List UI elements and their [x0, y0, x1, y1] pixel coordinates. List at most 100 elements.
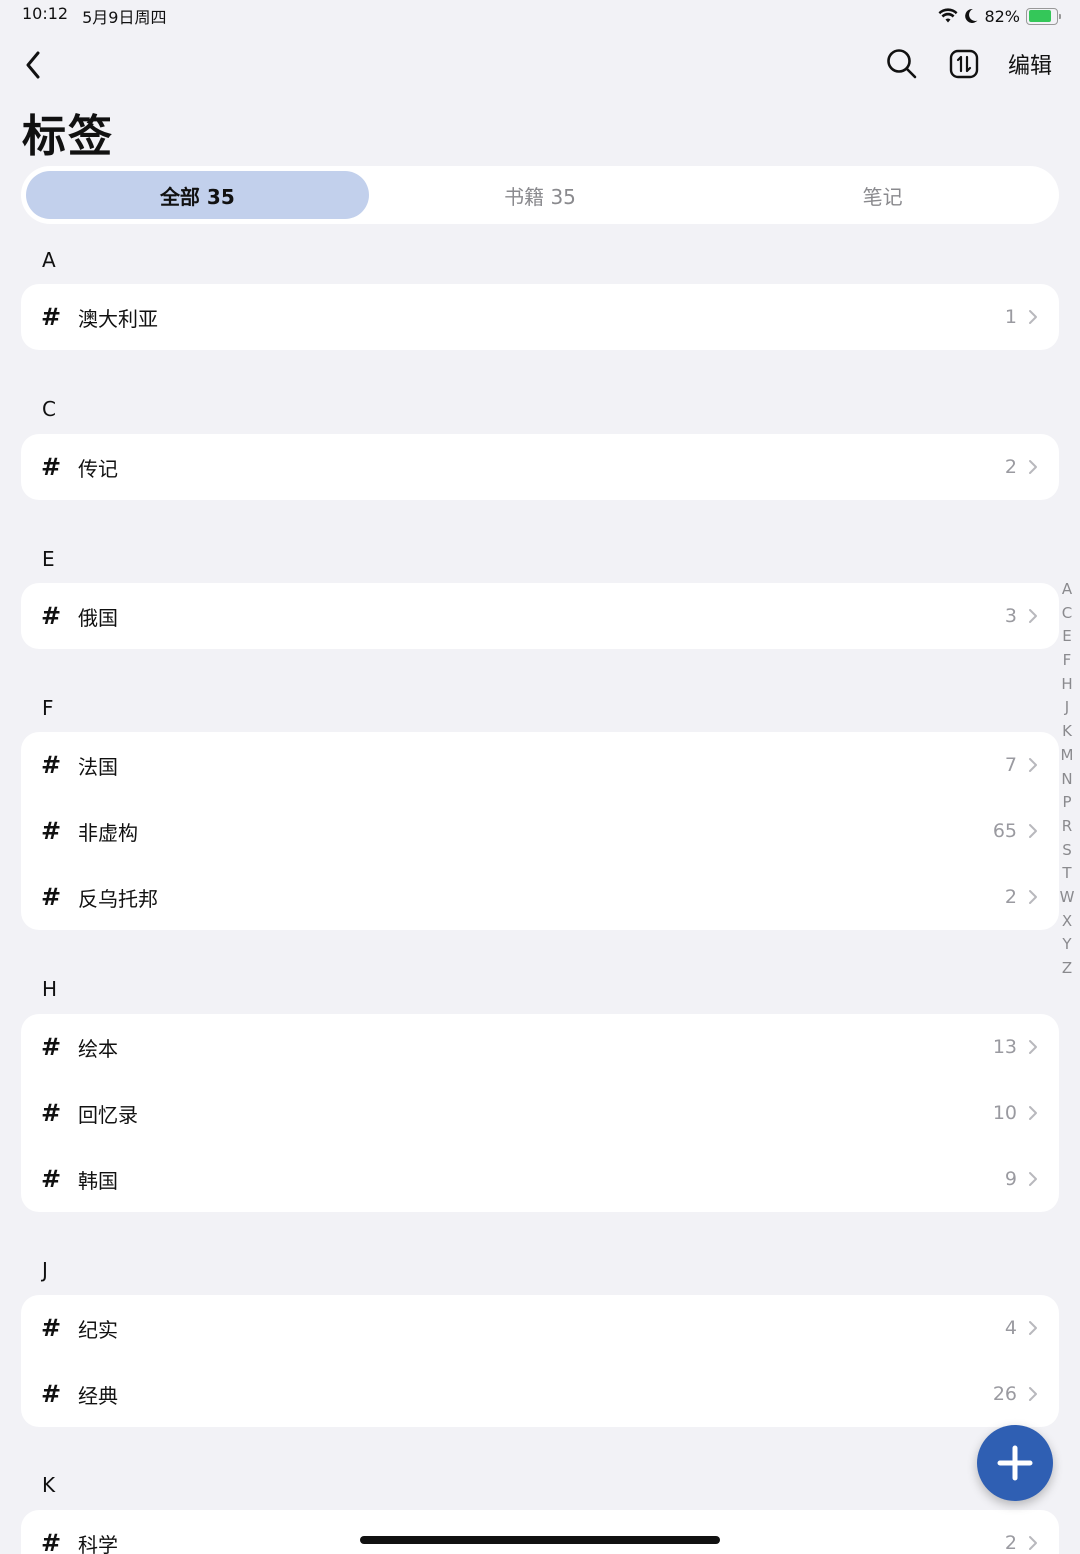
tag-row[interactable]: # 绘本 13 [21, 1014, 1059, 1080]
tab-books[interactable]: 书籍 35 [369, 171, 712, 219]
alphabet-index[interactable]: ACEFHJKMNPRSTWXYZ [1058, 578, 1076, 981]
tag-name: 绘本 [78, 1036, 118, 1061]
chevron-right-icon [1029, 1172, 1037, 1186]
chevron-right-icon [1029, 460, 1037, 474]
tag-count: 4 [1004, 1317, 1017, 1339]
tag-row[interactable]: # 科学 2 [21, 1510, 1059, 1554]
index-letter[interactable]: K [1062, 720, 1072, 744]
index-letter[interactable]: M [1061, 744, 1074, 768]
chevron-right-icon [1029, 310, 1037, 324]
sort-button[interactable] [946, 46, 982, 82]
tag-row[interactable]: # 传记 2 [21, 434, 1059, 500]
status-date: 5月9日周四 [82, 8, 167, 27]
tag-name: 回忆录 [78, 1102, 138, 1127]
tag-count: 13 [992, 1036, 1017, 1058]
tag-group-card: # 科学 2 [21, 1510, 1059, 1554]
battery-icon [1026, 7, 1061, 25]
tag-count: 1 [1004, 306, 1017, 328]
index-letter[interactable]: Z [1062, 957, 1072, 981]
search-icon [887, 49, 917, 79]
hash-icon: # [41, 1380, 62, 1408]
tag-row[interactable]: # 韩国 9 [21, 1146, 1059, 1212]
index-letter[interactable]: S [1062, 839, 1072, 863]
tag-count: 3 [1004, 605, 1017, 627]
chevron-right-icon [1029, 758, 1037, 772]
index-letter[interactable]: X [1062, 910, 1072, 934]
index-letter[interactable]: E [1062, 625, 1071, 649]
tag-group-card: # 俄国 3 [21, 583, 1059, 649]
tab-notes[interactable]: 笔记 [711, 171, 1054, 219]
index-letter[interactable]: J [1065, 696, 1069, 720]
tag-count: 2 [1004, 886, 1017, 908]
chevron-right-icon [1029, 1321, 1037, 1335]
tag-name: 法国 [78, 754, 118, 779]
tag-count: 26 [992, 1383, 1017, 1405]
tag-row[interactable]: # 反乌托邦 2 [21, 864, 1059, 930]
tag-group-card: # 绘本 13 # 回忆录 10 # 韩国 9 [21, 1014, 1059, 1212]
tag-count: 2 [1004, 1532, 1017, 1554]
tab-bar: 全部 35 书籍 35 笔记 [21, 166, 1059, 224]
index-letter[interactable]: R [1062, 815, 1072, 839]
battery-percent: 82% [984, 6, 1020, 26]
section-header: K [42, 1473, 56, 1497]
nav-bar: 编辑 [0, 40, 1080, 90]
tag-count: 65 [992, 820, 1017, 842]
hash-icon: # [41, 817, 62, 845]
status-bar: 10:12 5月9日周四 82% [0, 0, 1080, 32]
index-letter[interactable]: A [1062, 578, 1072, 602]
tag-row[interactable]: # 澳大利亚 1 [21, 284, 1059, 350]
index-letter[interactable]: P [1062, 791, 1071, 815]
tag-row[interactable]: # 法国 7 [21, 732, 1059, 798]
index-letter[interactable]: Y [1062, 933, 1071, 957]
moon-icon [965, 8, 978, 23]
index-letter[interactable]: F [1063, 649, 1072, 673]
tag-group-card: # 传记 2 [21, 434, 1059, 500]
plus-icon [997, 1445, 1033, 1481]
section-header: A [42, 248, 56, 272]
add-tag-button[interactable] [977, 1425, 1053, 1501]
index-letter[interactable]: T [1062, 862, 1071, 886]
section-header: J [42, 1258, 48, 1282]
home-indicator [360, 1536, 720, 1544]
chevron-right-icon [1029, 609, 1037, 623]
section-header: H [42, 977, 58, 1001]
index-letter[interactable]: N [1061, 768, 1072, 792]
chevron-right-icon [1029, 824, 1037, 838]
tag-name: 经典 [78, 1383, 118, 1408]
chevron-right-icon [1029, 890, 1037, 904]
tag-count: 2 [1004, 456, 1017, 478]
section-header: E [42, 547, 55, 571]
section-header: F [42, 696, 54, 720]
hash-icon: # [41, 1099, 62, 1127]
tag-name: 韩国 [78, 1168, 118, 1193]
hash-icon: # [41, 883, 62, 911]
chevron-right-icon [1029, 1536, 1037, 1550]
chevron-left-icon [26, 51, 40, 79]
tag-row[interactable]: # 回忆录 10 [21, 1080, 1059, 1146]
back-button[interactable] [18, 48, 48, 82]
tag-name: 传记 [78, 456, 118, 481]
sort-icon [949, 49, 979, 79]
search-button[interactable] [884, 46, 920, 82]
hash-icon: # [41, 751, 62, 779]
chevron-right-icon [1029, 1040, 1037, 1054]
edit-button[interactable]: 编辑 [1008, 48, 1052, 80]
tag-row[interactable]: # 俄国 3 [21, 583, 1059, 649]
wifi-icon [938, 8, 958, 23]
index-letter[interactable]: H [1061, 673, 1072, 697]
battery-level [1028, 10, 1051, 22]
tag-name: 反乌托邦 [78, 886, 158, 911]
index-letter[interactable]: C [1062, 602, 1072, 626]
tab-all[interactable]: 全部 35 [26, 171, 369, 219]
tag-row[interactable]: # 非虚构 65 [21, 798, 1059, 864]
tag-row[interactable]: # 经典 26 [21, 1361, 1059, 1427]
tag-count: 7 [1004, 754, 1017, 776]
hash-icon: # [41, 1529, 62, 1554]
index-letter[interactable]: W [1060, 886, 1075, 910]
tag-row[interactable]: # 纪实 4 [21, 1295, 1059, 1361]
hash-icon: # [41, 1033, 62, 1061]
status-time: 10:12 [22, 4, 69, 23]
hash-icon: # [41, 453, 62, 481]
chevron-right-icon [1029, 1106, 1037, 1120]
page-title: 标签 [22, 111, 114, 162]
